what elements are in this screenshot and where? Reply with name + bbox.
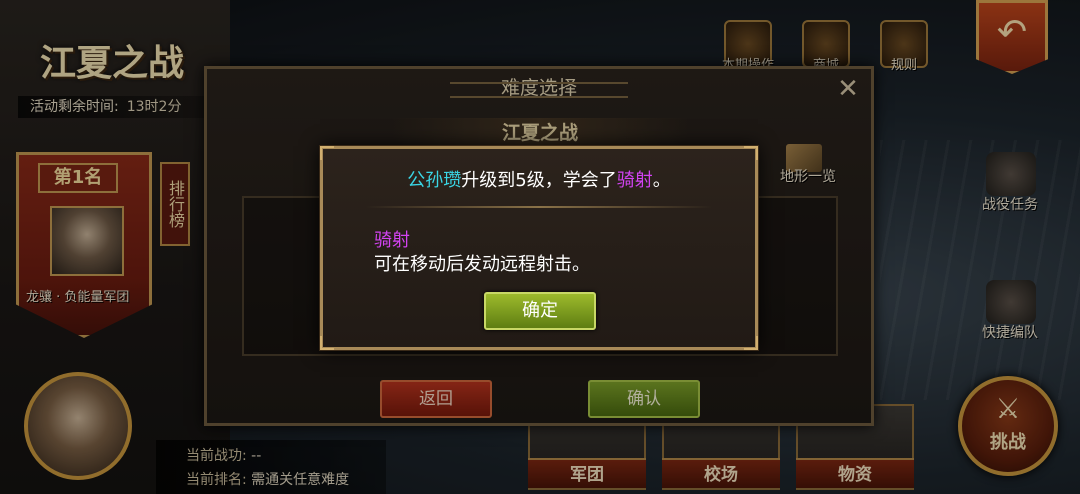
dialog-divider <box>366 206 712 208</box>
skill-name: 骑射 <box>374 230 410 251</box>
dialog-corner-ornament <box>320 336 334 350</box>
message-end: 。 <box>652 170 671 191</box>
ok-button[interactable]: 确定 <box>484 292 596 330</box>
level-up-message: 公孙瓒升级到5级，学会了骑射。 <box>320 166 758 194</box>
hero-name: 公孙瓒 <box>407 170 462 191</box>
dialog-corner-ornament <box>744 146 758 160</box>
message-middle: 升级到5级，学会了 <box>461 170 617 191</box>
learned-skill: 骑射 <box>616 170 653 191</box>
dialog-corner-ornament <box>320 146 334 160</box>
dialog-corner-ornament <box>744 336 758 350</box>
skill-description: 可在移动后发动远程射击。 <box>374 254 590 275</box>
